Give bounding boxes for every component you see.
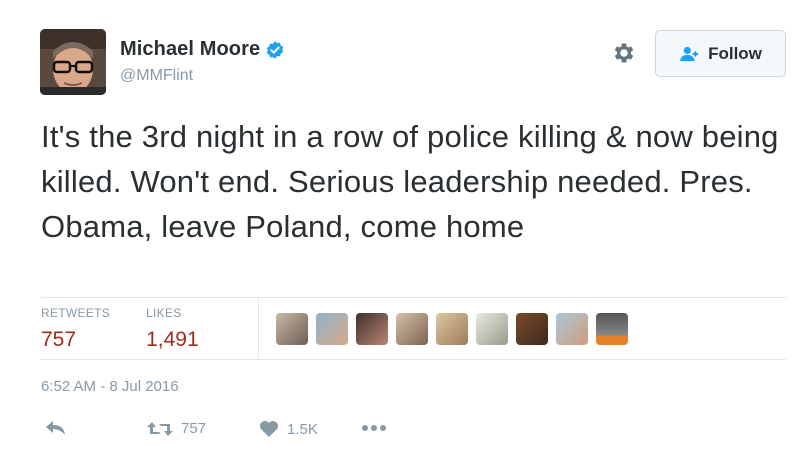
- liker-avatar[interactable]: [516, 313, 548, 345]
- retweet-icon: [147, 421, 173, 436]
- follow-button-label: Follow: [708, 43, 762, 63]
- liker-avatar[interactable]: [356, 313, 388, 345]
- like-button[interactable]: 1.5K: [259, 420, 318, 438]
- likes-label: LIKES: [146, 306, 182, 320]
- more-dots-icon: [362, 425, 386, 431]
- follow-button[interactable]: Follow: [655, 30, 786, 77]
- stats-divider-top: [41, 297, 786, 298]
- heart-icon: [260, 421, 278, 437]
- liker-avatar[interactable]: [396, 313, 428, 345]
- verified-badge-icon: [267, 40, 284, 59]
- reply-button[interactable]: [45, 420, 67, 436]
- tweet-stats: RETWEETS 757 LIKES 1,491: [41, 306, 235, 356]
- liker-avatar[interactable]: [476, 313, 508, 345]
- retweets-stat[interactable]: RETWEETS 757: [41, 306, 110, 356]
- more-options-button[interactable]: [361, 424, 387, 432]
- gear-icon[interactable]: [611, 40, 637, 66]
- user-name-row: Michael Moore: [120, 38, 285, 61]
- user-avatar[interactable]: [40, 29, 106, 95]
- liker-avatar[interactable]: [556, 313, 588, 345]
- follow-user-icon: [680, 46, 699, 61]
- retweets-value: 757: [41, 328, 77, 351]
- like-count: 1.5K: [287, 420, 318, 438]
- retweets-label: RETWEETS: [41, 306, 111, 320]
- likes-value: 1,491: [146, 328, 199, 351]
- liked-by-avatars: [276, 313, 636, 345]
- liker-avatar[interactable]: [316, 313, 348, 345]
- tweet-actions: 757 1.5K: [41, 420, 441, 444]
- retweet-button[interactable]: 757: [147, 420, 206, 437]
- tweet-text: It's the 3rd night in a row of police ki…: [41, 119, 779, 244]
- liker-avatar[interactable]: [276, 313, 308, 345]
- display-name[interactable]: Michael Moore: [120, 38, 260, 61]
- tweet-timestamp[interactable]: 6:52 AM - 8 Jul 2016: [41, 378, 179, 395]
- liker-avatar[interactable]: [596, 313, 628, 345]
- stats-divider-bottom: [41, 359, 786, 360]
- user-handle[interactable]: @MMFlint: [120, 67, 193, 85]
- stats-vertical-separator: [258, 298, 259, 358]
- liker-avatar[interactable]: [436, 313, 468, 345]
- likes-stat[interactable]: LIKES 1,491: [146, 306, 199, 356]
- retweet-count: 757: [181, 420, 207, 437]
- avatar-photo-icon: [40, 29, 106, 95]
- reply-icon: [46, 421, 65, 435]
